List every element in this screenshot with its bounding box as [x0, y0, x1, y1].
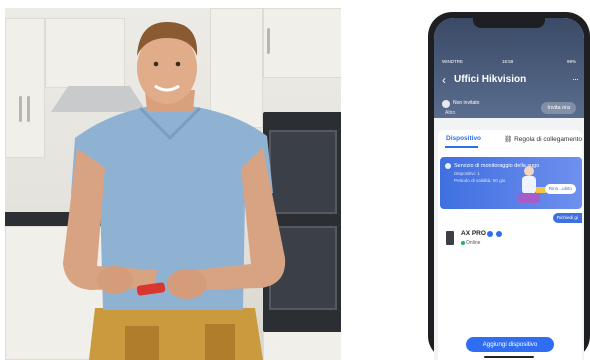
- shield-icon: [445, 163, 451, 169]
- info-badge-icon: [487, 231, 493, 237]
- device-name: AX PRO: [461, 230, 486, 237]
- phone-screen: WINDTRE 16:59 99% ‹ Uffici Hikvision ···…: [434, 18, 584, 360]
- smartphone: WINDTRE 16:59 99% ‹ Uffici Hikvision ···…: [428, 12, 590, 360]
- carrier-label: WINDTRE: [442, 59, 463, 64]
- online-dot-icon: [461, 241, 465, 245]
- monitoring-banner[interactable]: Servizio di monitoraggio della sugo Disp…: [440, 157, 582, 209]
- back-arrow-icon[interactable]: ‹: [442, 73, 446, 87]
- technician-figure: [63, 22, 286, 360]
- active-tab-indicator: [445, 146, 478, 148]
- link-rule-icon: ⛓: [504, 136, 515, 143]
- content-card: Dispositivo ⛓ Regola di collegamento Ser…: [438, 130, 582, 360]
- tab-link-rule[interactable]: ⛓ Regola di collegamento: [504, 135, 582, 143]
- user-icon: [442, 100, 450, 108]
- invite-more[interactable]: Altro: [445, 110, 455, 116]
- banner-validity: Periodo di validità: 60 gio: [454, 178, 506, 183]
- nav-bar: ‹ Uffici Hikvision ···: [442, 73, 579, 87]
- clock: 16:59: [502, 59, 514, 64]
- request-button[interactable]: Richiedi gi: [552, 213, 582, 223]
- photo-technician: [5, 8, 341, 360]
- add-device-button[interactable]: Aggiungi dispositivo: [466, 337, 554, 352]
- battery-level: 99%: [566, 59, 576, 64]
- more-options-icon[interactable]: ···: [572, 73, 579, 85]
- alarm-hub-icon: [446, 231, 454, 245]
- invite-status: Non invitato: [453, 100, 480, 106]
- invite-now-button[interactable]: Invita ora: [541, 102, 576, 114]
- tab-bar: Dispositivo ⛓ Regola di collegamento: [438, 130, 582, 148]
- monitoring-illustration-icon: [518, 166, 546, 203]
- renew-button[interactable]: Rinn...ubito: [544, 184, 576, 194]
- site-title: Uffici Hikvision: [454, 74, 527, 85]
- phone-notch: [473, 18, 545, 28]
- device-row[interactable]: AX PRO Online: [444, 228, 578, 250]
- status-bar: WINDTRE 16:59 99%: [442, 59, 576, 67]
- home-indicator: [484, 356, 534, 358]
- invite-row: Non invitato Altro Invita ora: [442, 98, 578, 120]
- tab-device[interactable]: Dispositivo: [446, 135, 481, 142]
- banner-devices: Dispositivi: 1: [454, 171, 480, 176]
- tab-link-rule-label: Regola di collegamento: [514, 136, 582, 143]
- share-badge-icon: [496, 231, 502, 237]
- device-status: Online: [466, 240, 481, 246]
